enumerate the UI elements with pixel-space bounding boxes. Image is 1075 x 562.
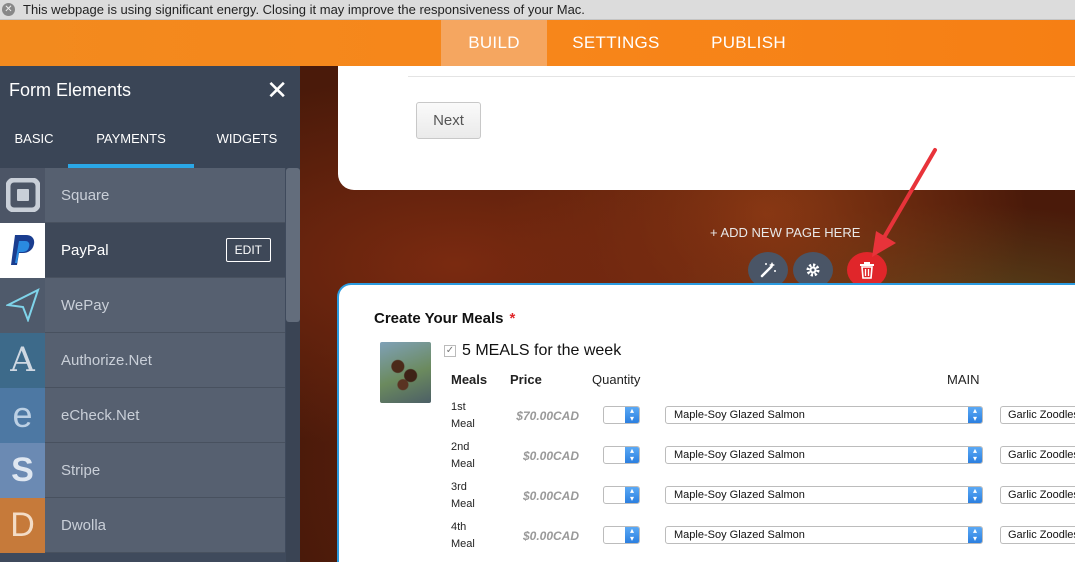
form-elements-panel: Form Elements ✕ BASIC PAYMENTS WIDGETS S… bbox=[0, 66, 300, 562]
divider bbox=[408, 76, 1075, 77]
paypal-icon bbox=[0, 222, 45, 278]
next-button[interactable]: Next bbox=[416, 102, 481, 139]
tab-settings[interactable]: SETTINGS bbox=[560, 20, 672, 66]
select-arrows-icon: ▴ ▾ bbox=[968, 407, 982, 423]
close-icon[interactable]: ✕ bbox=[266, 77, 288, 103]
tab-payments[interactable]: PAYMENTS bbox=[68, 114, 194, 168]
field-label-text: Create Your Meals bbox=[374, 310, 504, 327]
panel-scrollbar-thumb[interactable] bbox=[286, 168, 300, 322]
select-arrows-icon: ▴ ▾ bbox=[625, 487, 639, 503]
sidebar-item-wepay[interactable]: WePay bbox=[0, 277, 285, 333]
header-price: Price bbox=[510, 372, 542, 387]
dwolla-icon: D bbox=[0, 497, 45, 553]
main-select[interactable]: Maple-Soy Glazed Salmon ▴ ▾ bbox=[665, 526, 983, 544]
tab-basic[interactable]: BASIC bbox=[0, 114, 68, 168]
side-select[interactable]: Garlic Zoodles bbox=[1000, 406, 1075, 424]
quantity-select[interactable]: ▴ ▾ bbox=[603, 406, 640, 424]
side-select[interactable]: Garlic Zoodles bbox=[1000, 486, 1075, 504]
select-arrows-icon: ▴ ▾ bbox=[968, 447, 982, 463]
tab-publish[interactable]: PUBLISH bbox=[700, 20, 797, 66]
header-meals: Meals bbox=[451, 372, 488, 387]
top-nav: BUILD SETTINGS PUBLISH bbox=[0, 20, 1075, 66]
meal-price: $70.00CAD bbox=[516, 409, 579, 423]
quantity-select[interactable]: ▴ ▾ bbox=[603, 446, 640, 464]
previous-page-card: Next bbox=[338, 66, 1075, 190]
stripe-icon: S bbox=[0, 442, 45, 498]
select-arrows-icon: ▴ ▾ bbox=[968, 527, 982, 543]
select-arrows-icon: ▴ ▾ bbox=[625, 527, 639, 543]
sidebar-item-square[interactable]: Square bbox=[0, 167, 285, 223]
meal-form-card: Create Your Meals * ✓ 5 MEALS for the wee… bbox=[337, 283, 1075, 562]
select-arrows-icon: ▴ ▾ bbox=[625, 447, 639, 463]
square-icon bbox=[0, 167, 45, 223]
tab-widgets[interactable]: WIDGETS bbox=[194, 114, 300, 168]
field-label: Create Your Meals * bbox=[374, 310, 515, 327]
main-select[interactable]: Maple-Soy Glazed Salmon ▴ ▾ bbox=[665, 486, 983, 504]
sidebar-item-label: WePay bbox=[61, 296, 110, 314]
meal-label: 2nd Meal bbox=[451, 441, 475, 470]
close-banner-icon[interactable]: ✕ bbox=[2, 3, 15, 16]
quantity-select[interactable]: ▴ ▾ bbox=[603, 526, 640, 544]
header-quantity: Quantity bbox=[592, 372, 641, 387]
payment-list: Square PayPal EDIT WePay A Authorize.Net… bbox=[0, 167, 285, 553]
sidebar-item-label: eCheck.Net bbox=[61, 406, 140, 424]
sidebar-item-stripe[interactable]: S Stripe bbox=[0, 442, 285, 498]
product-checkbox[interactable]: ✓ bbox=[444, 345, 456, 357]
sidebar-item-authorize-net[interactable]: A Authorize.Net bbox=[0, 332, 285, 388]
sidebar-item-label: Dwolla bbox=[61, 516, 107, 534]
header-main: MAIN bbox=[947, 372, 980, 387]
sidebar-item-label: PayPal bbox=[61, 241, 109, 259]
meal-price: $0.00CAD bbox=[522, 449, 579, 463]
add-new-page-button[interactable]: + ADD NEW PAGE HERE bbox=[710, 225, 860, 240]
authorize-net-icon: A bbox=[0, 332, 45, 388]
panel-header: Form Elements ✕ bbox=[0, 66, 300, 114]
echeck-icon: e bbox=[0, 387, 45, 443]
side-select[interactable]: Garlic Zoodles bbox=[1000, 446, 1075, 464]
select-arrows-icon: ▴ ▾ bbox=[968, 487, 982, 503]
sidebar-item-label: Square bbox=[61, 186, 110, 204]
product-image bbox=[380, 342, 431, 403]
tab-build[interactable]: BUILD bbox=[441, 20, 547, 66]
annotation-arrow bbox=[872, 148, 937, 257]
energy-warning-banner: ✕ This webpage is using significant ener… bbox=[0, 0, 1075, 20]
main-select[interactable]: Maple-Soy Glazed Salmon ▴ ▾ bbox=[665, 446, 983, 464]
required-mark: * bbox=[509, 310, 516, 327]
meal-price: $0.00CAD bbox=[522, 529, 579, 543]
quantity-select[interactable]: ▴ ▾ bbox=[603, 486, 640, 504]
sidebar-item-label: Authorize.Net bbox=[61, 351, 152, 369]
main-select[interactable]: Maple-Soy Glazed Salmon ▴ ▾ bbox=[665, 406, 983, 424]
meal-label: 3rd Meal bbox=[451, 481, 475, 510]
meal-label: 4th Meal bbox=[451, 521, 475, 550]
sidebar-item-echeck[interactable]: e eCheck.Net bbox=[0, 387, 285, 443]
sidebar-item-label: Stripe bbox=[61, 461, 101, 479]
panel-title: Form Elements bbox=[9, 79, 132, 100]
product-title: 5 MEALS for the week bbox=[462, 342, 622, 359]
sidebar-item-dwolla[interactable]: D Dwolla bbox=[0, 497, 285, 553]
wepay-icon bbox=[0, 277, 45, 333]
meal-label: 1st Meal bbox=[451, 401, 475, 430]
energy-warning-text: This webpage is using significant energy… bbox=[23, 2, 585, 17]
select-arrows-icon: ▴ ▾ bbox=[625, 407, 639, 423]
edit-button[interactable]: EDIT bbox=[225, 238, 271, 262]
side-select[interactable]: Garlic Zoodles bbox=[1000, 526, 1075, 544]
meal-price: $0.00CAD bbox=[522, 489, 579, 503]
panel-tabs: BASIC PAYMENTS WIDGETS bbox=[0, 114, 300, 168]
sidebar-item-paypal[interactable]: PayPal EDIT bbox=[0, 222, 285, 278]
